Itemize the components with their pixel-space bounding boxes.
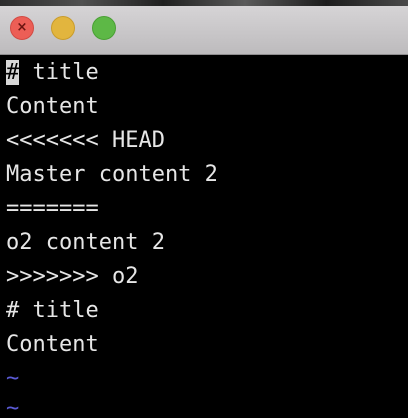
editor-line: <<<<<<< HEAD	[6, 128, 165, 153]
editor-line: >>>>>>> o2	[6, 264, 139, 289]
close-icon: ×	[16, 20, 28, 35]
editor-line: Content	[6, 332, 99, 357]
line-text: title	[19, 60, 99, 85]
text-cursor: #	[6, 60, 20, 85]
terminal-window: × # title Content <<<<<<< HEAD Master co…	[0, 0, 408, 418]
title-bar[interactable]: ×	[0, 0, 408, 55]
empty-line-tilde: ~	[6, 366, 20, 391]
editor-line: # title	[6, 58, 99, 88]
editor-line: # title	[6, 298, 99, 323]
editor-line: Content	[6, 94, 99, 119]
editor-line: Master content 2	[6, 162, 218, 187]
minimize-button[interactable]	[51, 16, 75, 40]
desktop-wallpaper-strip	[0, 0, 408, 6]
editor-line: o2 content 2	[6, 230, 165, 255]
vim-editor-buffer[interactable]: # title Content <<<<<<< HEAD Master cont…	[0, 56, 408, 418]
editor-line: =======	[6, 196, 99, 221]
close-button[interactable]: ×	[10, 16, 34, 40]
empty-line-tilde: ~	[6, 396, 20, 418]
zoom-button[interactable]	[92, 16, 116, 40]
